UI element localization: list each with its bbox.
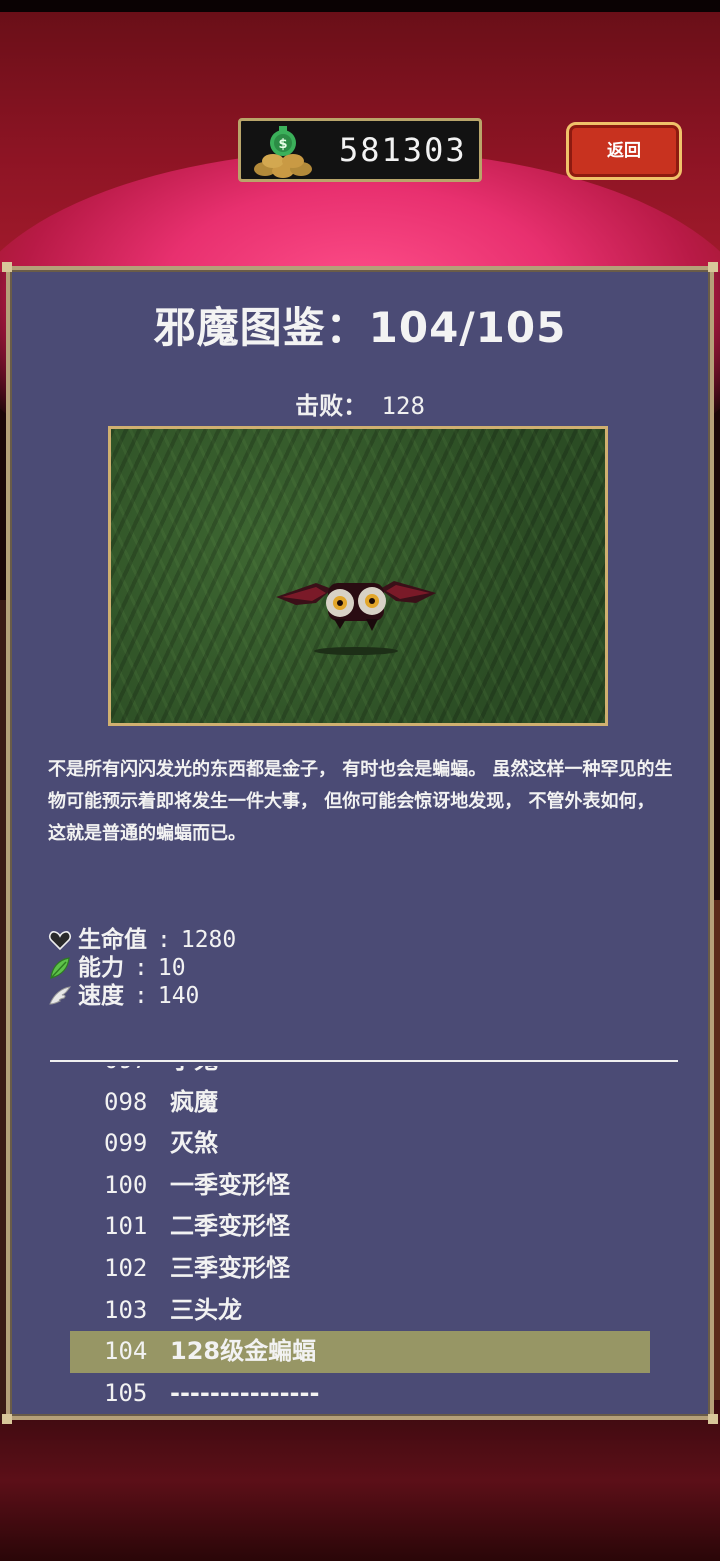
- background-ground: [0, 1400, 720, 1561]
- list-item-name: 灭煞: [170, 1129, 218, 1158]
- bestiary-panel: 邪魔图鉴：104/105 击败： 128 不是所有闪闪发光的东西都是金子， 有时…: [2, 262, 718, 1424]
- stat-power: 能力 : 10: [48, 954, 448, 982]
- divider: [50, 1060, 678, 1062]
- stat-value: 10: [157, 955, 186, 981]
- list-item[interactable]: 102 三季变形怪: [70, 1248, 650, 1290]
- list-item-selected[interactable]: 104 128级金蝙蝠: [70, 1331, 650, 1373]
- stat-separator: :: [134, 955, 148, 981]
- defeat-label: 击败：: [295, 392, 368, 420]
- page-title: 邪魔图鉴：104/105: [153, 303, 567, 352]
- status-bar-strip: [0, 0, 720, 12]
- list-item[interactable]: 097小鬼: [70, 1066, 650, 1082]
- monster-list-scroll: 097小鬼 098 疯魔 099 灭煞 100 一季变形怪 101 二季变形怪 102 三…: [70, 1066, 650, 1414]
- heart-icon: [48, 931, 72, 951]
- panel-corner: [708, 262, 718, 272]
- list-item[interactable]: 099 灭煞: [70, 1123, 650, 1165]
- stat-label: 速度: [78, 983, 124, 1009]
- list-item-number: 102: [104, 1253, 148, 1282]
- back-button[interactable]: 返回: [566, 122, 682, 180]
- monster-preview: [108, 426, 608, 726]
- panel-corner: [2, 1414, 12, 1424]
- stat-separator: :: [157, 927, 171, 953]
- monster-description: 不是所有闪闪发光的东西都是金子， 有时也会是蝙蝠。 虽然这样一种罕见的生物可能预…: [48, 759, 673, 844]
- bat-monster-sprite: [276, 581, 436, 655]
- list-item-number: 100: [104, 1170, 148, 1199]
- list-item-number: 097: [104, 1066, 170, 1082]
- list-item-number: 105: [104, 1378, 148, 1407]
- panel-corner: [2, 262, 12, 272]
- monster-stats: 生命值 : 1280 能力 : 10 速度 : 140: [48, 926, 448, 1010]
- list-item-name: 二季变形怪: [170, 1212, 290, 1241]
- list-item-name: 三季变形怪: [170, 1253, 290, 1282]
- list-item[interactable]: 103 三头龙: [70, 1290, 650, 1332]
- stat-value: 140: [157, 983, 200, 1009]
- list-item-number: 099: [104, 1129, 148, 1158]
- stat-value: 1280: [180, 927, 237, 953]
- stat-speed: 速度 : 140: [48, 982, 448, 1010]
- currency-value: 581303: [339, 131, 467, 169]
- currency-display: $ 581303: [238, 118, 482, 182]
- money-bag-coins-icon: $: [254, 126, 312, 178]
- list-item-name: 三头龙: [170, 1295, 242, 1324]
- wing-icon: [49, 986, 72, 1005]
- panel-corner: [708, 1414, 718, 1424]
- list-item-number: 104: [104, 1337, 148, 1366]
- list-item-name: 128级金蝙蝠: [170, 1337, 317, 1366]
- stat-label: 能力: [78, 955, 124, 981]
- stat-separator: :: [134, 983, 148, 1009]
- leaf-icon: [50, 957, 70, 979]
- list-item-name: ---------------: [170, 1378, 320, 1407]
- monster-list[interactable]: 097小鬼 098 疯魔 099 灭煞 100 一季变形怪 101 二季变形怪 102 三…: [70, 1066, 650, 1414]
- list-item-name: 疯魔: [170, 1087, 218, 1116]
- list-item-number: 098: [104, 1087, 148, 1116]
- defeat-value: 128: [381, 392, 425, 420]
- list-item-number: 103: [104, 1295, 148, 1324]
- list-item[interactable]: 100 一季变形怪: [70, 1165, 650, 1207]
- list-item[interactable]: 098 疯魔: [70, 1082, 650, 1124]
- list-item[interactable]: 105 ---------------: [70, 1373, 650, 1414]
- defeat-count: 击败： 128: [10, 386, 710, 421]
- list-item-name: 小鬼: [170, 1066, 218, 1074]
- stat-label: 生命值: [78, 927, 147, 953]
- stat-hp: 生命值 : 1280: [48, 926, 448, 954]
- svg-text:$: $: [278, 137, 287, 152]
- list-item-name: 一季变形怪: [170, 1170, 290, 1199]
- list-item-number: 101: [104, 1212, 148, 1241]
- list-item[interactable]: 101 二季变形怪: [70, 1206, 650, 1248]
